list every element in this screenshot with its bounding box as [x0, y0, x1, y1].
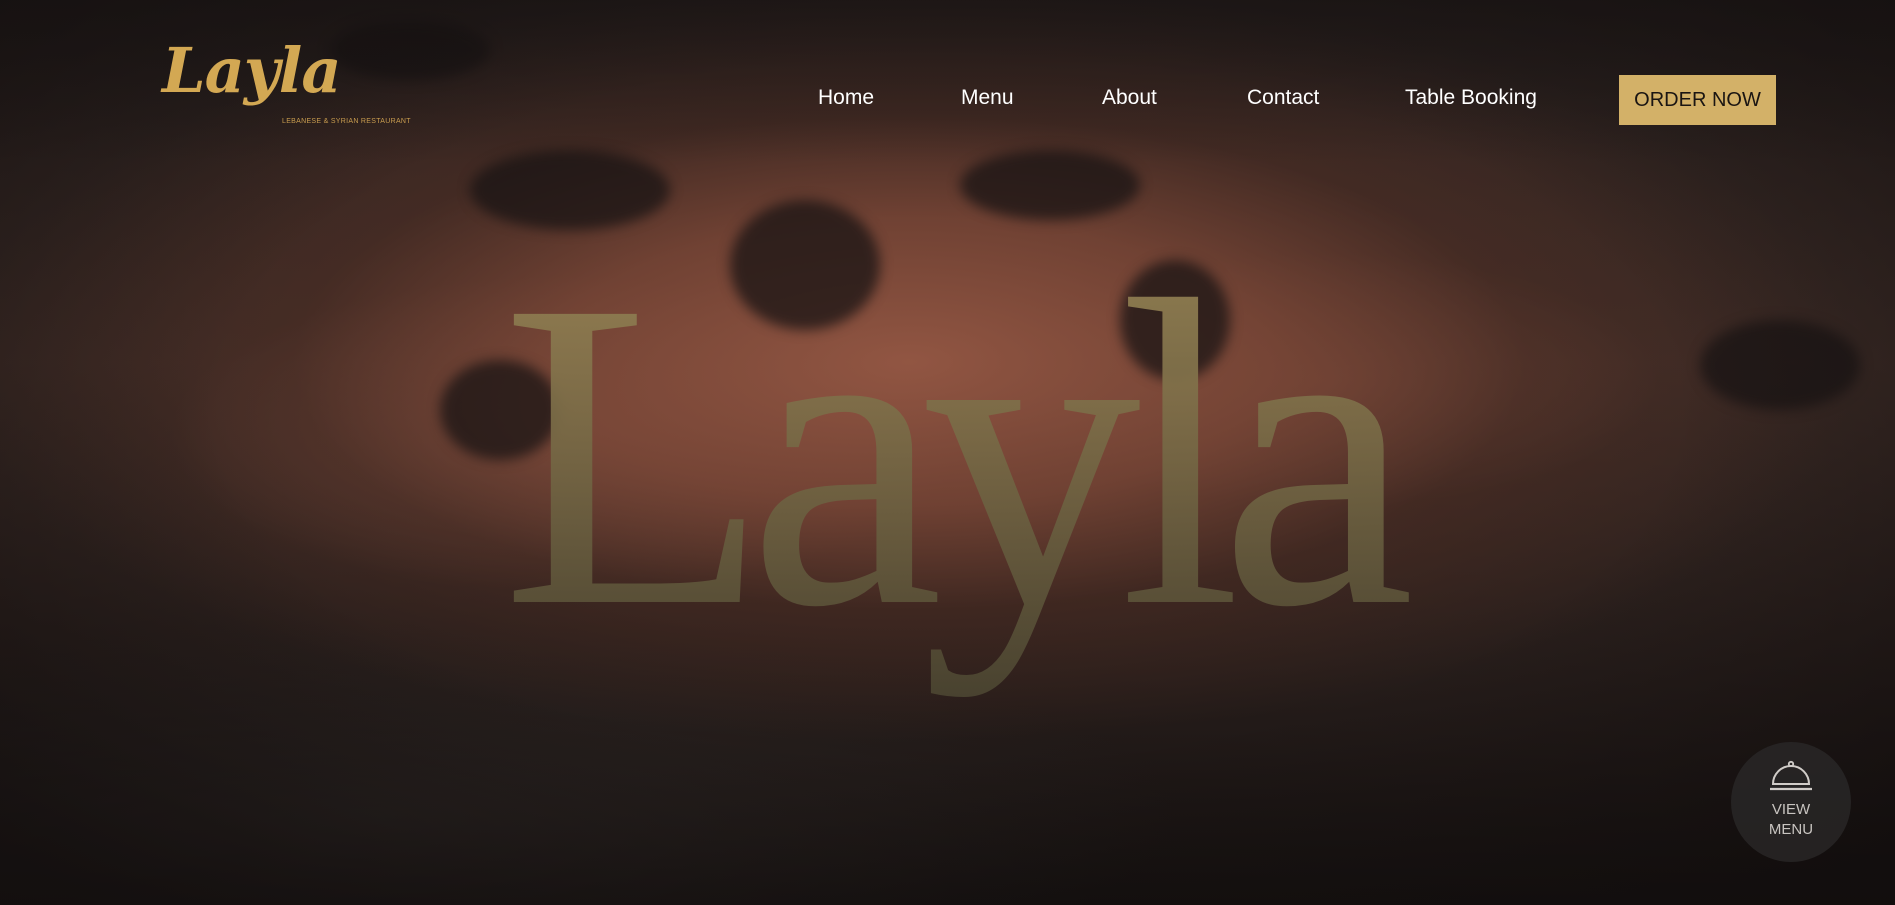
view-menu-label-line1: VIEW [1771, 801, 1811, 818]
cloche-icon [1770, 760, 1812, 791]
hero-section: Layla Layla LEBANESE & SYRIAN RESTAURANT… [0, 0, 1895, 905]
logo-tagline: LEBANESE & SYRIAN RESTAURANT [282, 118, 411, 125]
background-texture [960, 150, 1140, 220]
nav-table-booking-link[interactable]: Table Booking [1405, 86, 1537, 110]
nav-contact-link[interactable]: Contact [1247, 86, 1319, 110]
main-nav: Home Menu About Contact Table Booking [0, 86, 1895, 116]
nav-home-link[interactable]: Home [818, 86, 874, 110]
view-menu-button[interactable]: VIEW MENU [1731, 742, 1851, 862]
view-menu-label-line2: MENU [1768, 821, 1814, 838]
hero-title-text: Layla [501, 220, 1412, 698]
order-now-button[interactable]: ORDER NOW [1619, 75, 1776, 125]
hero-title: Layla [501, 220, 1434, 698]
nav-about-link[interactable]: About [1102, 86, 1157, 110]
nav-menu-link[interactable]: Menu [961, 86, 1014, 110]
view-menu-label: VIEW MENU [1761, 800, 1821, 840]
background-texture [470, 150, 670, 230]
